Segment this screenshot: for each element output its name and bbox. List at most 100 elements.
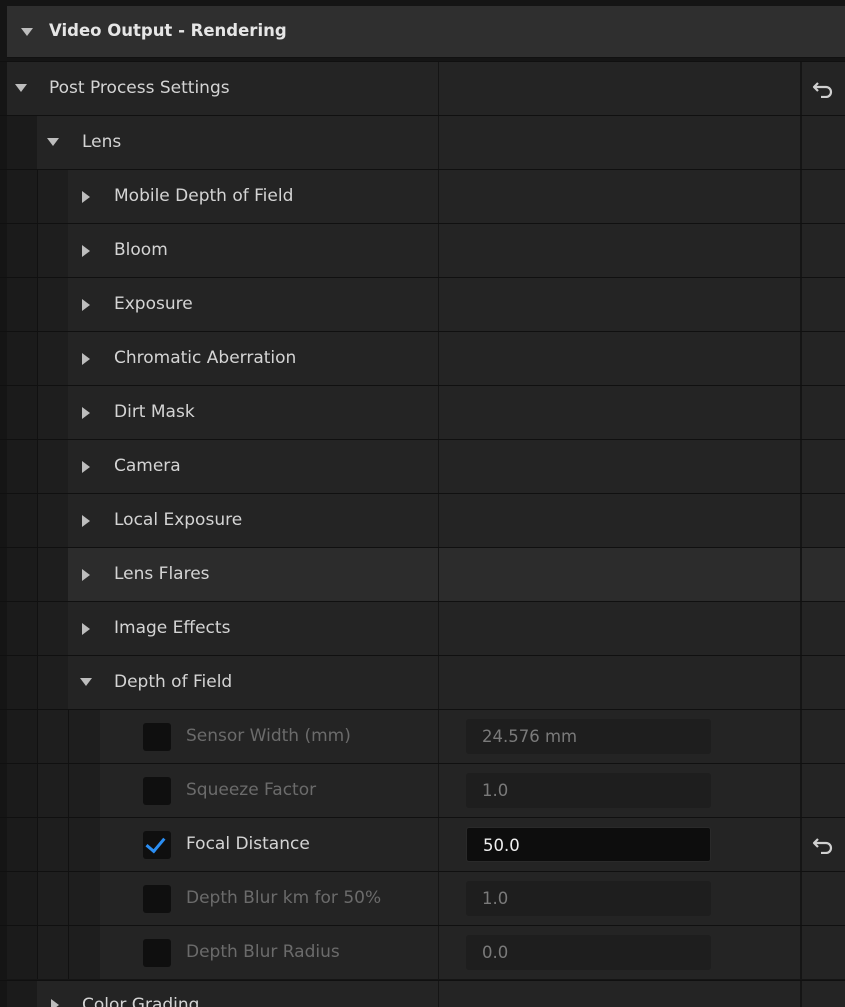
reset-cell [801, 710, 845, 763]
property-label: Squeeze Factor [186, 780, 317, 800]
group-post-process-settings[interactable]: Post Process Settings [0, 61, 845, 115]
reset-cell [801, 764, 845, 817]
override-checkbox[interactable] [143, 723, 171, 751]
value-cell [438, 170, 800, 223]
name-cell: Image Effects [68, 602, 438, 655]
name-cell: Chromatic Aberration [68, 332, 438, 385]
property-label: Depth Blur Radius [186, 942, 340, 962]
name-cell: Depth of Field [68, 656, 438, 709]
indent-guide [7, 548, 37, 601]
group-depth-of-field[interactable]: Depth of Field [0, 655, 845, 709]
indent-guide [37, 332, 69, 385]
property-squeeze-factor: Squeeze Factor 1.0 [0, 763, 845, 817]
section-bloom[interactable]: Bloom [0, 223, 845, 277]
property-sensor-width-mm: Sensor Width (mm) 24.576 mm [0, 709, 845, 763]
indent-guide [7, 872, 37, 925]
indent-guide [37, 170, 69, 223]
name-cell: Post Process Settings [7, 62, 438, 115]
name-cell: Mobile Depth of Field [68, 170, 438, 223]
indent-guide [37, 386, 69, 439]
chevron-down-icon [21, 28, 33, 36]
indent-guide [37, 656, 69, 709]
group-lens[interactable]: Lens [0, 115, 845, 169]
indent-guide [37, 818, 69, 871]
property-label: Focal Distance [186, 834, 310, 854]
reset-cell [801, 440, 845, 493]
indent-guide [37, 224, 69, 277]
section-label: Local Exposure [114, 510, 243, 530]
value-input[interactable]: 1.0 [466, 881, 711, 916]
override-checkbox[interactable] [143, 777, 171, 805]
reset-cell [801, 170, 845, 223]
indent-guide [37, 764, 69, 817]
section-camera[interactable]: Camera [0, 439, 845, 493]
details-panel: Video Output - Rendering Post Process Se… [0, 0, 845, 1007]
group-label: Lens [82, 132, 122, 152]
override-checkbox[interactable] [143, 885, 171, 913]
reset-cell [801, 602, 845, 655]
value-cell [438, 602, 800, 655]
value-cell [438, 278, 800, 331]
reset-cell [801, 116, 845, 169]
value-cell [438, 440, 800, 493]
indent-guide [68, 710, 101, 763]
indent-guide [7, 116, 37, 169]
reset-cell [801, 494, 845, 547]
property-label: Sensor Width (mm) [186, 726, 351, 746]
value-input[interactable]: 1.0 [466, 773, 711, 808]
value-input[interactable]: 0.0 [466, 935, 711, 970]
name-cell: Bloom [68, 224, 438, 277]
indent-guide [7, 926, 37, 979]
indent-guide [7, 224, 37, 277]
name-cell: Lens [37, 116, 438, 169]
chevron-right-icon [82, 191, 90, 203]
name-cell: Color Grading [37, 981, 438, 1007]
name-cell: Local Exposure [68, 494, 438, 547]
section-lens-flares[interactable]: Lens Flares [0, 547, 845, 601]
section-label: Bloom [114, 240, 168, 260]
chevron-right-icon [82, 623, 90, 635]
indent-guide [7, 602, 37, 655]
indent-guide [37, 872, 69, 925]
section-dirt-mask[interactable]: Dirt Mask [0, 385, 845, 439]
section-mobile-depth-of-field[interactable]: Mobile Depth of Field [0, 169, 845, 223]
category-header-video-output-rendering[interactable]: Video Output - Rendering [7, 6, 845, 58]
reset-arrow-icon[interactable] [812, 80, 834, 98]
indent-guide [68, 926, 101, 979]
override-checkbox[interactable] [143, 939, 171, 967]
group-label: Color Grading [82, 995, 200, 1007]
override-checkbox[interactable] [143, 831, 171, 859]
value-input[interactable]: 24.576 mm [466, 719, 711, 754]
reset-cell [801, 548, 845, 601]
indent-guide [37, 710, 69, 763]
indent-guide [7, 818, 37, 871]
chevron-down-icon [15, 84, 27, 92]
section-exposure[interactable]: Exposure [0, 277, 845, 331]
chevron-right-icon [82, 461, 90, 473]
chevron-right-icon [82, 353, 90, 365]
indent-guide [68, 818, 101, 871]
reset-cell [801, 926, 845, 979]
value-cell [438, 656, 800, 709]
reset-arrow-icon[interactable] [812, 836, 834, 854]
section-label: Lens Flares [114, 564, 210, 584]
value-cell [438, 494, 800, 547]
category-title: Video Output - Rendering [49, 21, 287, 40]
value-cell [438, 116, 800, 169]
indent-guide [68, 764, 101, 817]
value-cell [438, 386, 800, 439]
value-input[interactable]: 50.0 [466, 827, 711, 862]
reset-cell [801, 872, 845, 925]
section-chromatic-aberration[interactable]: Chromatic Aberration [0, 331, 845, 385]
indent-guide [7, 710, 37, 763]
indent-guide [7, 440, 37, 493]
value-cell [438, 224, 800, 277]
name-cell: Exposure [68, 278, 438, 331]
group-color-grading[interactable]: Color Grading [0, 980, 845, 1007]
value-cell [438, 548, 800, 601]
indent-guide [7, 494, 37, 547]
section-image-effects[interactable]: Image Effects [0, 601, 845, 655]
chevron-right-icon [82, 245, 90, 257]
indent-guide [37, 602, 69, 655]
section-local-exposure[interactable]: Local Exposure [0, 493, 845, 547]
